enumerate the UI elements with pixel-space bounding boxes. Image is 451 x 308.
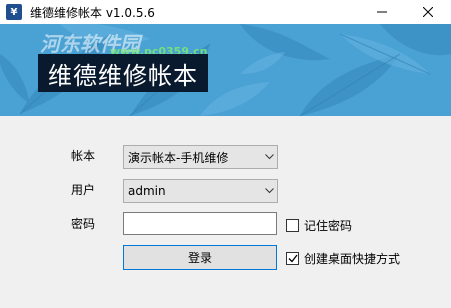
password-label: 密码 bbox=[71, 217, 96, 231]
minimize-icon bbox=[377, 11, 387, 13]
chevron-down-icon bbox=[261, 180, 277, 202]
window-controls bbox=[359, 0, 451, 24]
create-shortcut-option[interactable]: 创建桌面快捷方式 bbox=[286, 250, 400, 267]
title-bar: ¥ 维德维修帐本 v1.0.5.6 bbox=[0, 0, 451, 24]
remember-password-checkbox[interactable] bbox=[286, 219, 299, 232]
close-button[interactable] bbox=[405, 0, 451, 24]
create-shortcut-label: 创建桌面快捷方式 bbox=[304, 252, 401, 266]
user-select-value: admin bbox=[128, 184, 166, 198]
header-banner: 河东软件园 www.pc0359.cn 维德维修帐本 bbox=[0, 24, 451, 116]
account-select[interactable]: 演示帐本-手机维修 bbox=[123, 145, 278, 169]
user-select[interactable]: admin bbox=[123, 179, 278, 203]
account-label: 帐本 bbox=[71, 149, 96, 163]
app-icon: ¥ bbox=[6, 4, 22, 20]
minimize-button[interactable] bbox=[359, 0, 405, 24]
user-label: 用户 bbox=[71, 183, 96, 197]
remember-password-option[interactable]: 记住密码 bbox=[286, 217, 352, 234]
account-select-value: 演示帐本-手机维修 bbox=[128, 150, 229, 165]
chevron-down-icon bbox=[261, 146, 277, 168]
create-shortcut-checkbox[interactable] bbox=[286, 252, 299, 265]
banner-title: 维德维修帐本 bbox=[48, 61, 198, 90]
checkmark-icon bbox=[288, 254, 298, 263]
password-input[interactable] bbox=[123, 212, 277, 235]
window-title: 维德维修帐本 v1.0.5.6 bbox=[30, 5, 155, 20]
remember-password-label: 记住密码 bbox=[304, 219, 353, 233]
banner-title-box: 维德维修帐本 bbox=[38, 54, 208, 92]
login-button[interactable]: 登录 bbox=[123, 245, 277, 270]
close-icon bbox=[423, 7, 433, 17]
